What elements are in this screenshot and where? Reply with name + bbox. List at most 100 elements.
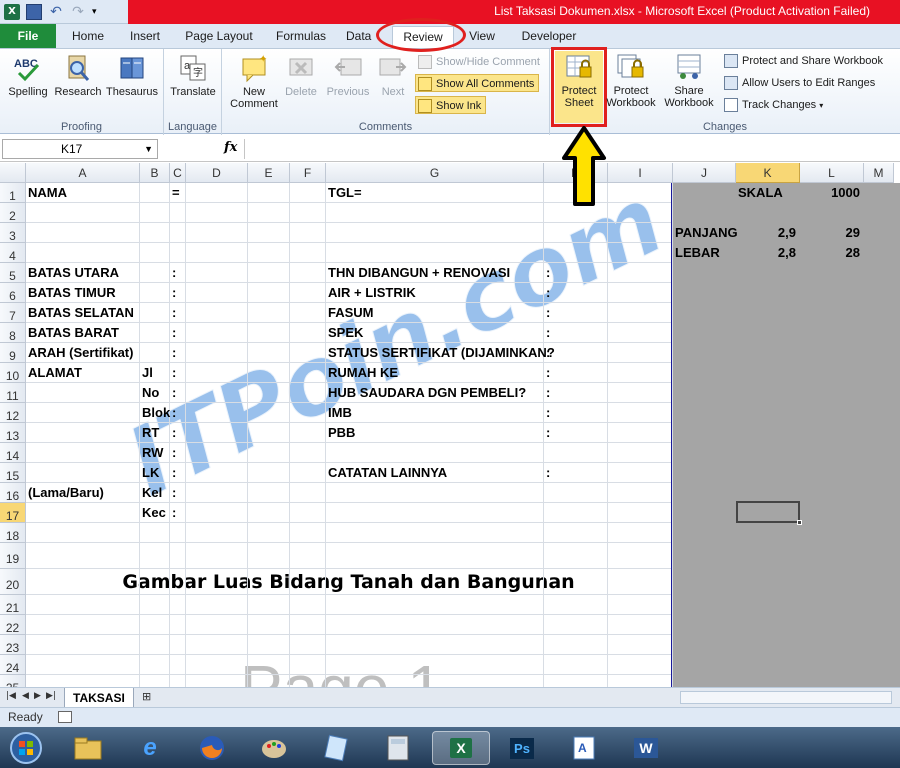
column-header-k[interactable]: K — [736, 163, 800, 183]
translate-button[interactable]: a字 Translate — [167, 53, 219, 98]
row-header-6[interactable]: 6 — [0, 283, 26, 303]
allow-users-edit-ranges-button[interactable]: Allow Users to Edit Ranges — [722, 74, 875, 92]
cell-g7[interactable]: FASUM — [326, 303, 374, 323]
row-header-13[interactable]: 13 — [0, 423, 26, 443]
show-hide-comment-button[interactable]: Show/Hide Comment — [416, 53, 540, 71]
photoshop-icon[interactable]: Ps — [502, 731, 542, 765]
row-header-21[interactable]: 21 — [0, 595, 26, 615]
cell-g10[interactable]: RUMAH KE — [326, 363, 398, 383]
cell-j4[interactable]: LEBAR — [673, 243, 720, 263]
row-header-19[interactable]: 19 — [0, 543, 26, 569]
show-all-comments-button[interactable]: Show All Comments — [415, 74, 540, 92]
column-header-i[interactable]: I — [608, 163, 673, 183]
redo-icon[interactable]: ↷ — [70, 4, 86, 20]
cell-a7[interactable]: BATAS SELATAN — [26, 303, 134, 323]
customize-qat-icon[interactable]: ▾ — [92, 4, 108, 20]
cell-g11[interactable]: HUB SAUDARA DGN PEMBELI? — [326, 383, 526, 403]
new-comment-button[interactable]: ✦ New Comment — [228, 53, 280, 110]
protect-and-share-button[interactable]: Protect and Share Workbook — [722, 52, 883, 70]
internet-explorer-icon[interactable]: e — [130, 731, 170, 765]
cell-c10[interactable]: : — [170, 363, 176, 383]
cell-l1[interactable]: 1000 — [800, 183, 864, 203]
column-header-a[interactable]: A — [26, 163, 140, 183]
delete-comment-button[interactable]: Delete — [278, 53, 324, 98]
cell-g8[interactable]: SPEK — [326, 323, 363, 343]
macro-record-icon[interactable] — [58, 711, 72, 723]
prev-sheet-icon[interactable]: ◀ — [22, 691, 29, 701]
row-header-2[interactable]: 2 — [0, 203, 26, 223]
sheet-tab-taksasi[interactable]: TAKSASI — [64, 688, 134, 708]
cell-h7[interactable]: : — [544, 303, 550, 323]
column-header-d[interactable]: D — [186, 163, 248, 183]
cell-g15[interactable]: CATATAN LAINNYA — [326, 463, 447, 483]
cell-c5[interactable]: : — [170, 263, 176, 283]
tab-page-layout[interactable]: Page Layout — [182, 26, 256, 48]
row-header-1[interactable]: 1 — [0, 183, 26, 203]
cell-b16[interactable]: Kel — [140, 483, 162, 503]
firefox-icon[interactable] — [192, 731, 232, 765]
row-header-4[interactable]: 4 — [0, 243, 26, 263]
row-header-25[interactable]: 25 — [0, 675, 26, 687]
tab-view[interactable]: View — [464, 26, 500, 48]
cell-g1[interactable]: TGL= — [326, 183, 362, 203]
cell-b12[interactable]: Blok — [140, 403, 170, 423]
tab-file[interactable]: File — [0, 24, 56, 48]
cell-g6[interactable]: AIR + LISTRIK — [326, 283, 416, 303]
cell-c13[interactable]: : — [170, 423, 176, 443]
cell-a5[interactable]: BATAS UTARA — [26, 263, 119, 283]
cell-a1[interactable]: NAMA — [26, 183, 67, 203]
next-comment-button[interactable]: Next — [370, 53, 416, 98]
insert-function-icon[interactable]: fx — [224, 140, 237, 155]
cell-c1[interactable]: = — [170, 183, 180, 203]
cell-h12[interactable]: : — [544, 403, 550, 423]
first-sheet-icon[interactable]: |◀ — [6, 691, 16, 701]
cell-b14[interactable]: RW — [140, 443, 163, 463]
row-header-3[interactable]: 3 — [0, 223, 26, 243]
column-header-e[interactable]: E — [248, 163, 290, 183]
cell-l4[interactable]: 28 — [800, 243, 864, 263]
row-header-10[interactable]: 10 — [0, 363, 26, 383]
cell-a16[interactable]: (Lama/Baru) — [26, 483, 104, 503]
file-explorer-icon[interactable] — [68, 731, 108, 765]
row-header-14[interactable]: 14 — [0, 443, 26, 463]
cell-h6[interactable]: : — [544, 283, 550, 303]
worksheet-grid[interactable]: Gambar Luas Bidang Tanah dan Bangunan Pa… — [0, 163, 900, 687]
word-icon[interactable]: W — [626, 731, 666, 765]
excel-app-icon[interactable]: X — [4, 4, 20, 20]
column-header-m[interactable]: M — [864, 163, 894, 183]
cell-l3[interactable]: 29 — [800, 223, 864, 243]
fill-handle[interactable] — [797, 520, 802, 525]
cell-b10[interactable]: Jl — [140, 363, 153, 383]
cell-h5[interactable]: : — [544, 263, 550, 283]
cell-h10[interactable]: : — [544, 363, 550, 383]
name-box-dropdown-icon[interactable]: ▼ — [144, 140, 153, 158]
row-header-20[interactable]: 20 — [0, 569, 26, 595]
row-header-8[interactable]: 8 — [0, 323, 26, 343]
column-header-b[interactable]: B — [140, 163, 170, 183]
cell-b17[interactable]: Kec — [140, 503, 166, 523]
cell-c9[interactable]: : — [170, 343, 176, 363]
cell-h9[interactable]: : — [544, 343, 550, 363]
cell-h8[interactable]: : — [544, 323, 550, 343]
insert-sheet-icon[interactable]: ⊞ — [142, 690, 151, 703]
row-header-22[interactable]: 22 — [0, 615, 26, 635]
cell-a6[interactable]: BATAS TIMUR — [26, 283, 116, 303]
last-sheet-icon[interactable]: ▶| — [46, 691, 56, 701]
cell-j3[interactable]: PANJANG — [673, 223, 738, 243]
cell-g12[interactable]: IMB — [326, 403, 352, 423]
cell-c11[interactable]: : — [170, 383, 176, 403]
cell-k4[interactable]: 2,8 — [736, 243, 800, 263]
cell-a10[interactable]: ALAMAT — [26, 363, 82, 383]
cell-g13[interactable]: PBB — [326, 423, 355, 443]
tab-developer[interactable]: Developer — [516, 26, 582, 48]
row-header-24[interactable]: 24 — [0, 655, 26, 675]
row-header-17[interactable]: 17 — [0, 503, 26, 523]
column-header-j[interactable]: J — [673, 163, 736, 183]
row-header-11[interactable]: 11 — [0, 383, 26, 403]
row-header-15[interactable]: 15 — [0, 463, 26, 483]
row-header-5[interactable]: 5 — [0, 263, 26, 283]
cell-c7[interactable]: : — [170, 303, 176, 323]
protect-workbook-button[interactable]: Protect Workbook — [604, 52, 658, 109]
tab-formulas[interactable]: Formulas — [272, 26, 330, 48]
excel-taskbar-icon[interactable]: X — [432, 731, 490, 765]
